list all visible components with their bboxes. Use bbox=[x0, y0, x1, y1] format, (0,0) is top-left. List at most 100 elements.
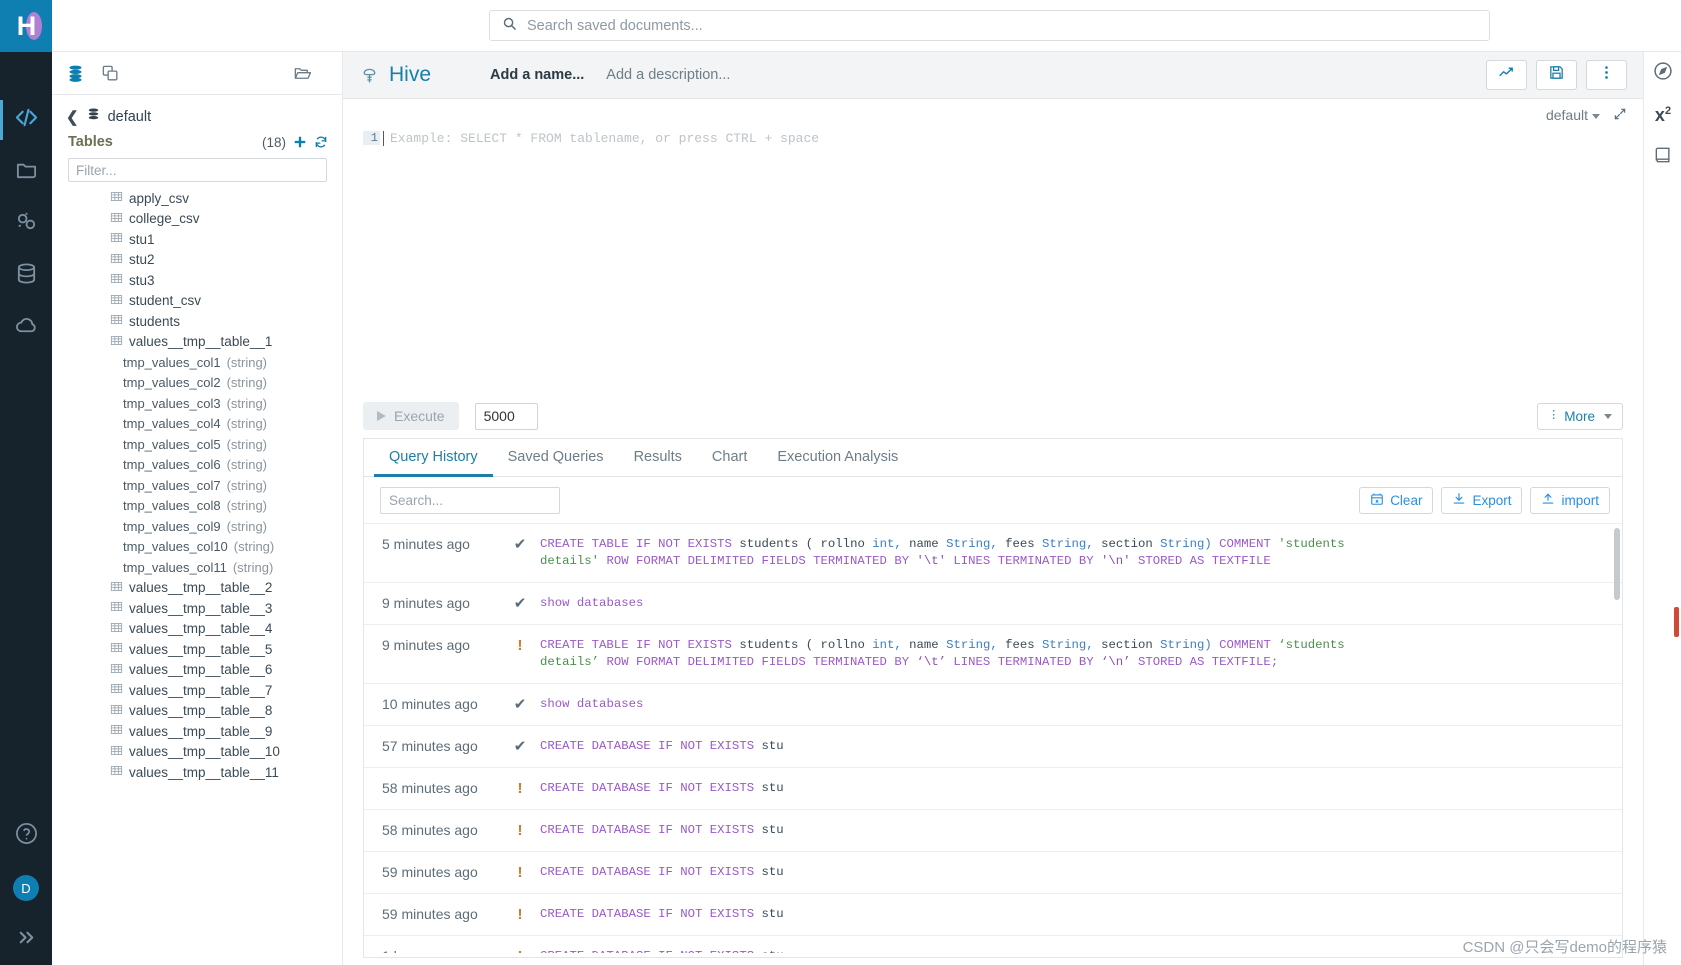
tree-item-table[interactable]: values__tmp__table__3 bbox=[52, 598, 342, 619]
query-history-row[interactable]: 10 minutes ago ✔ show databases bbox=[364, 684, 1622, 726]
query-history-row[interactable]: 58 minutes ago! CREATE DATABASE IF NOT EX… bbox=[364, 768, 1622, 810]
tree-item-table[interactable]: values__tmp__table__11 bbox=[52, 762, 342, 783]
clear-label: Clear bbox=[1390, 493, 1423, 508]
tree-item-column[interactable]: tmp_values_col6 (string) bbox=[52, 455, 342, 476]
tab-saved-queries[interactable]: Saved Queries bbox=[493, 439, 619, 477]
plus-icon[interactable] bbox=[293, 135, 307, 149]
query-history-row[interactable]: 59 minutes ago! CREATE DATABASE IF NOT EX… bbox=[364, 852, 1622, 894]
folder-open-icon[interactable] bbox=[293, 64, 312, 83]
tree-item-label: tmp_values_col9 bbox=[123, 518, 221, 534]
query-history-list[interactable]: 5 minutes ago ✔ CREATE TABLE IF NOT EXISTS… bbox=[364, 523, 1622, 953]
tree-item-column[interactable]: tmp_values_col1 (string) bbox=[52, 352, 342, 373]
chevron-left-icon[interactable]: ❮ bbox=[66, 108, 79, 126]
editor-caret bbox=[383, 131, 384, 146]
tree-item-table[interactable]: values__tmp__table__5 bbox=[52, 639, 342, 660]
rail-item-assistant[interactable] bbox=[1644, 52, 1681, 94]
rail-expand-button[interactable] bbox=[0, 914, 52, 965]
assist-breadcrumb[interactable]: ❮ default bbox=[52, 95, 342, 130]
tree-item-table[interactable]: values__tmp__table__7 bbox=[52, 680, 342, 701]
rail-item-browser[interactable] bbox=[0, 146, 52, 198]
tree-item-label: tmp_values_col7 bbox=[123, 477, 221, 493]
database-icon bbox=[15, 262, 38, 290]
rail-item-storage[interactable] bbox=[0, 302, 52, 354]
export-button[interactable]: Export bbox=[1441, 487, 1523, 514]
tree-item-column[interactable]: tmp_values_col10 (string) bbox=[52, 537, 342, 558]
tree-item-table[interactable]: values__tmp__table__9 bbox=[52, 721, 342, 742]
chart-button[interactable] bbox=[1486, 60, 1527, 90]
history-query-text: CREATE TABLE IF NOT EXISTS students ( ro… bbox=[540, 638, 1345, 669]
sql-editor[interactable]: 1 Example: SELECT * FROM tablename, or p… bbox=[363, 127, 1623, 394]
tab-results[interactable]: Results bbox=[619, 439, 697, 477]
tree-item-column[interactable]: tmp_values_col7 (string) bbox=[52, 475, 342, 496]
history-timestamp: 57 minutes ago bbox=[382, 738, 478, 754]
execute-button[interactable]: Execute bbox=[363, 402, 459, 430]
import-button[interactable]: import bbox=[1530, 487, 1610, 514]
hive-icon bbox=[359, 65, 380, 86]
query-history-row[interactable]: 57 minutes ago ✔ CREATE DATABASE IF NOT EX… bbox=[364, 726, 1622, 768]
query-history-row[interactable]: 9 minutes ago ✔ show databases bbox=[364, 583, 1622, 625]
document-description-field[interactable]: Add a description... bbox=[606, 67, 730, 83]
tab-execution-analysis[interactable]: Execution Analysis bbox=[762, 439, 913, 477]
tab-query-history[interactable]: Query History bbox=[374, 439, 493, 477]
app-logo[interactable]: H bbox=[0, 0, 52, 52]
tree-item-column[interactable]: tmp_values_col5 (string) bbox=[52, 434, 342, 455]
tree-item-table[interactable]: apply_csv bbox=[52, 188, 342, 209]
tree-item-column[interactable]: tmp_values_col2 (string) bbox=[52, 373, 342, 394]
execute-toolbar: Execute ⋮ More bbox=[343, 394, 1643, 438]
history-search-input[interactable] bbox=[380, 487, 560, 514]
rail-item-databases[interactable] bbox=[0, 250, 52, 302]
tab-chart[interactable]: Chart bbox=[697, 439, 762, 477]
document-name-field[interactable]: Add a name... bbox=[490, 67, 584, 83]
tree-item-column[interactable]: tmp_values_col8 (string) bbox=[52, 496, 342, 517]
database-icon[interactable] bbox=[66, 64, 85, 83]
tree-item-table[interactable]: values__tmp__table__1 bbox=[52, 332, 342, 353]
query-history-row[interactable]: 1 hour ago!CREATE DATABASE IF NOT EXISTS… bbox=[364, 936, 1622, 953]
query-history-row[interactable]: 58 minutes ago! CREATE DATABASE IF NOT EX… bbox=[364, 810, 1622, 852]
tree-item-table[interactable]: stu1 bbox=[52, 229, 342, 250]
save-button[interactable] bbox=[1536, 60, 1577, 90]
tree-item-column[interactable]: tmp_values_col4 (string) bbox=[52, 414, 342, 435]
table-filter-input[interactable] bbox=[68, 158, 327, 182]
tree-item-table[interactable]: stu3 bbox=[52, 270, 342, 291]
table-icon bbox=[110, 231, 123, 247]
status-warning-icon: ! bbox=[517, 822, 523, 839]
search-input[interactable] bbox=[527, 17, 1477, 34]
overflow-menu-button[interactable] bbox=[1586, 60, 1627, 90]
query-history-row[interactable]: 9 minutes ago! CREATE TABLE IF NOT EXISTS… bbox=[364, 625, 1622, 684]
rail-item-help[interactable] bbox=[0, 810, 52, 862]
global-search[interactable] bbox=[489, 10, 1490, 41]
database-selector[interactable]: default bbox=[1546, 107, 1600, 123]
tree-item-table[interactable]: values__tmp__table__2 bbox=[52, 578, 342, 599]
status-success-icon: ✔ bbox=[513, 696, 527, 713]
history-scrollbar-thumb[interactable] bbox=[1614, 528, 1620, 600]
refresh-icon[interactable] bbox=[314, 135, 328, 149]
rail-item-functions[interactable]: x2 bbox=[1644, 94, 1681, 136]
documents-icon[interactable] bbox=[101, 64, 120, 83]
tree-item-table[interactable]: students bbox=[52, 311, 342, 332]
chevrons-right-icon bbox=[15, 926, 38, 954]
tree-item-table[interactable]: values__tmp__table__10 bbox=[52, 742, 342, 763]
database-icon bbox=[86, 107, 101, 126]
chart-line-icon bbox=[1498, 64, 1515, 86]
rail-item-jobs[interactable] bbox=[0, 198, 52, 250]
tree-item-table[interactable]: stu2 bbox=[52, 250, 342, 271]
tree-item-table[interactable]: values__tmp__table__4 bbox=[52, 619, 342, 640]
rail-item-user-avatar[interactable]: D bbox=[0, 862, 52, 914]
row-limit-input[interactable] bbox=[474, 402, 538, 430]
tree-item-label: values__tmp__table__6 bbox=[129, 662, 273, 678]
clear-button[interactable]: Clear bbox=[1359, 487, 1434, 514]
tree-item-table[interactable]: student_csv bbox=[52, 291, 342, 312]
chevron-down-icon bbox=[1604, 413, 1612, 419]
query-history-row[interactable]: 59 minutes ago! CREATE DATABASE IF NOT EX… bbox=[364, 894, 1622, 936]
query-history-row[interactable]: 5 minutes ago ✔ CREATE TABLE IF NOT EXISTS… bbox=[364, 524, 1622, 583]
tree-item-table[interactable]: values__tmp__table__6 bbox=[52, 660, 342, 681]
tree-item-table[interactable]: college_csv bbox=[52, 209, 342, 230]
rail-item-editor[interactable] bbox=[0, 94, 52, 146]
tree-item-column[interactable]: tmp_values_col3 (string) bbox=[52, 393, 342, 414]
expand-arrows-icon[interactable] bbox=[1613, 107, 1627, 124]
more-button[interactable]: ⋮ More bbox=[1537, 402, 1623, 430]
tree-item-column[interactable]: tmp_values_col9 (string) bbox=[52, 516, 342, 537]
rail-item-documentation[interactable] bbox=[1644, 136, 1681, 178]
tree-item-table[interactable]: values__tmp__table__8 bbox=[52, 701, 342, 722]
tree-item-column[interactable]: tmp_values_col11 (string) bbox=[52, 557, 342, 578]
